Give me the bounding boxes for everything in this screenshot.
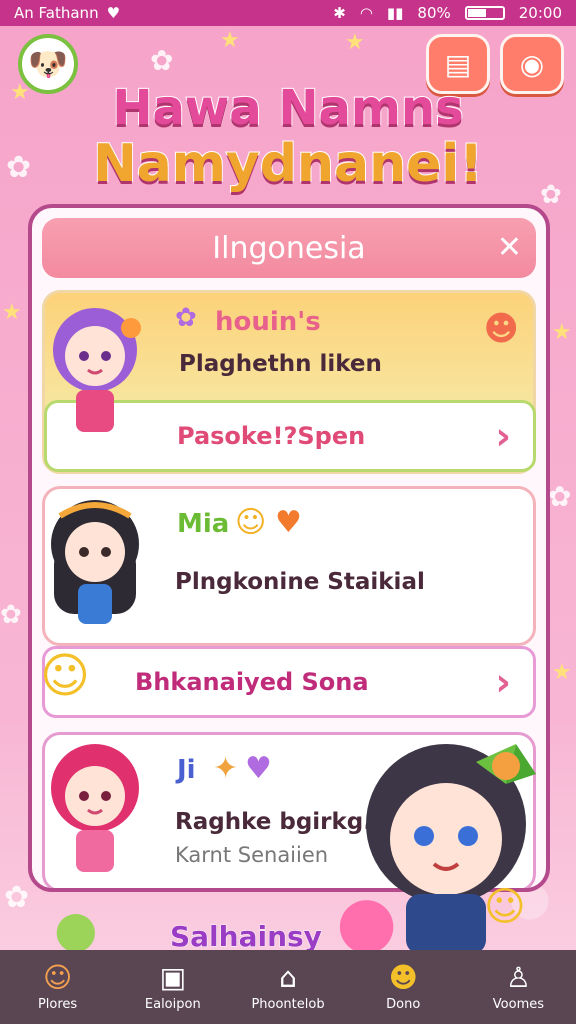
character-description: Plngkonine Staikial	[175, 569, 425, 595]
flower-decoration: ✿	[4, 880, 30, 915]
character-name: Mia	[177, 509, 230, 539]
character-icon: ☺	[43, 960, 73, 994]
camera-icon: ◉	[519, 47, 545, 81]
character-subtitle: Karnt Senaiien	[175, 843, 329, 867]
smiley-mascot-icon: ☺	[484, 884, 526, 930]
star-decoration: ★	[552, 320, 572, 345]
pet-icon: ☻	[388, 960, 418, 994]
star-decoration: ★	[220, 28, 240, 53]
character-description: Raghke bgirkg.	[175, 809, 373, 835]
status-time: 20:00	[518, 4, 562, 22]
panel-title: Ilngonesia	[212, 230, 366, 266]
sparkle-icon: ✦	[213, 751, 239, 786]
card-action-label: Pasoke!?Spen	[177, 422, 366, 450]
nav-label: Dono	[386, 996, 421, 1012]
star-decoration: ★	[345, 30, 365, 55]
heart-icon: ♥	[275, 505, 302, 540]
status-bar: An Fathann ♥ ✱ ◠ ▮▮ 80% 20:00	[0, 0, 576, 26]
battery-icon	[464, 6, 505, 20]
pink-hair-character	[51, 744, 139, 872]
app-title-line2: Namydnanei!	[92, 133, 484, 195]
character-name: Ji	[177, 755, 196, 785]
bluetooth-icon: ✱	[333, 4, 346, 22]
black-hair-character	[51, 500, 139, 624]
card-action-row[interactable]: Bhkanaiyed Sona ›	[42, 646, 536, 718]
app-title-line1: Hawa Namns	[111, 79, 464, 137]
flower-icon: ✿	[175, 303, 197, 333]
blob-icon: ☻	[483, 309, 519, 349]
heart-icon: ♥	[245, 751, 272, 786]
nav-label: Ealoipon	[144, 996, 201, 1012]
nav-item-ealoipon[interactable]: ▣ Ealoipon	[115, 950, 230, 1024]
star-decoration: ★	[2, 300, 22, 325]
flower-decoration: ✿	[548, 480, 572, 513]
signal-icon: ▮▮	[386, 4, 404, 22]
nav-label: Plores	[37, 996, 78, 1012]
star-decoration: ★	[552, 660, 572, 685]
character-name: houin's	[215, 307, 321, 337]
avatar-icon: 🐶	[28, 45, 68, 83]
nav-item-voomes[interactable]: ♙ Voomes	[461, 950, 576, 1024]
calendar-icon: ▤	[444, 47, 472, 81]
profile-icon: ♙	[505, 960, 531, 994]
purple-hair-character	[53, 308, 141, 432]
bottom-banner-label: Salhainsy	[170, 920, 323, 954]
character-description: Plaghethn liken	[179, 351, 382, 377]
gallery-icon: ▣	[159, 960, 187, 994]
flower-decoration: ✿	[0, 600, 22, 630]
status-left-text: An Fathann	[14, 4, 99, 22]
nav-label: Phoontelob	[251, 996, 325, 1012]
nav-item-dono[interactable]: ☻ Dono	[346, 950, 461, 1024]
home-icon: ⌂	[279, 960, 297, 994]
chevron-right-icon: ›	[495, 660, 511, 704]
nav-item-phoontelob[interactable]: ⌂ Phoontelob	[230, 950, 345, 1024]
panel-header: Ilngonesia ✕	[42, 218, 536, 278]
flower-decoration: ✿	[150, 44, 174, 77]
heart-icon: ♥	[106, 4, 121, 22]
smiley-mascot-icon: ☺	[40, 648, 91, 704]
close-button[interactable]: ✕	[497, 230, 522, 265]
card-action-label: Bhkanaiyed Sona	[135, 668, 369, 696]
battery-percent: 80%	[417, 4, 451, 22]
bottom-navigation: ☺ Plores ▣ Ealoipon ⌂ Phoontelob ☻ Dono …	[0, 950, 576, 1024]
nav-label: Voomes	[492, 996, 545, 1012]
wifi-icon: ◠	[359, 4, 373, 22]
chevron-right-icon: ›	[495, 414, 511, 458]
nav-item-plores[interactable]: ☺ Plores	[0, 950, 115, 1024]
smiley-icon: ☺	[235, 505, 267, 540]
